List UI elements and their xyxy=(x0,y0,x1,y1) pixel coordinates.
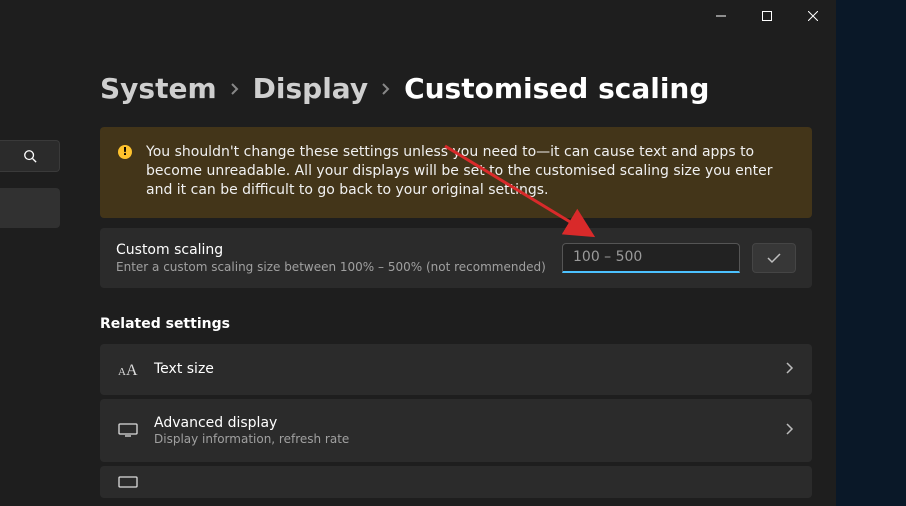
breadcrumb-system[interactable]: System xyxy=(100,72,217,105)
text-size-row[interactable]: AA Text size xyxy=(100,344,812,395)
custom-scaling-sub: Enter a custom scaling size between 100%… xyxy=(116,260,550,274)
breadcrumb-display[interactable]: Display xyxy=(253,72,368,105)
search-button[interactable] xyxy=(0,140,60,172)
advanced-display-sub: Display information, refresh rate xyxy=(154,432,784,446)
breadcrumb-current: Customised scaling xyxy=(404,72,709,105)
title-bar xyxy=(0,0,836,32)
nav-item-system[interactable] xyxy=(0,188,60,228)
scaling-input[interactable] xyxy=(562,243,740,273)
close-button[interactable] xyxy=(790,0,836,32)
apply-button[interactable] xyxy=(752,243,796,273)
search-icon xyxy=(23,149,37,163)
text-size-title: Text size xyxy=(154,361,784,377)
text-size-icon: AA xyxy=(118,361,154,377)
warning-icon: ! xyxy=(118,145,132,159)
sidebar xyxy=(0,32,60,506)
maximize-button[interactable] xyxy=(744,0,790,32)
settings-row-collapsed[interactable] xyxy=(100,466,812,498)
graphics-icon xyxy=(118,474,154,490)
advanced-display-row[interactable]: Advanced display Display information, re… xyxy=(100,399,812,462)
breadcrumb: System Display Customised scaling xyxy=(100,72,812,105)
advanced-display-title: Advanced display xyxy=(154,415,784,431)
chevron-right-icon xyxy=(784,360,794,379)
main-content: System Display Customised scaling ! You … xyxy=(60,32,836,506)
svg-text:A: A xyxy=(126,362,138,377)
chevron-right-icon xyxy=(229,83,241,95)
related-settings-header: Related settings xyxy=(100,316,812,332)
monitor-icon xyxy=(118,422,154,438)
minimize-button[interactable] xyxy=(698,0,744,32)
custom-scaling-card: Custom scaling Enter a custom scaling si… xyxy=(100,228,812,288)
chevron-right-icon xyxy=(784,421,794,440)
warning-text: You shouldn't change these settings unle… xyxy=(146,143,792,200)
custom-scaling-title: Custom scaling xyxy=(116,242,550,258)
svg-text:A: A xyxy=(118,366,126,377)
warning-card: ! You shouldn't change these settings un… xyxy=(100,127,812,218)
settings-window: System Display Customised scaling ! You … xyxy=(0,0,836,506)
check-icon xyxy=(766,250,782,266)
chevron-right-icon xyxy=(380,83,392,95)
